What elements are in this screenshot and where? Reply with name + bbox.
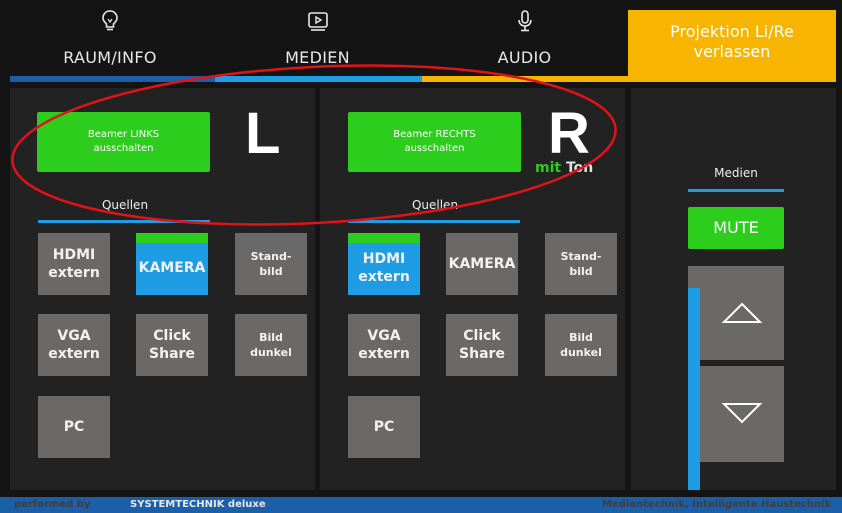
footer-performed-by: performed by [14, 499, 91, 510]
footer-brand: SYSTEMTECHNIK deluxe [130, 499, 266, 510]
red-annotation-ellipse [11, 64, 617, 226]
footer-tagline: Medientechnik, Intelligente Haustechnik [602, 499, 832, 510]
footer-bar: performed by SYSTEMTECHNIK deluxe Medien… [0, 497, 842, 513]
